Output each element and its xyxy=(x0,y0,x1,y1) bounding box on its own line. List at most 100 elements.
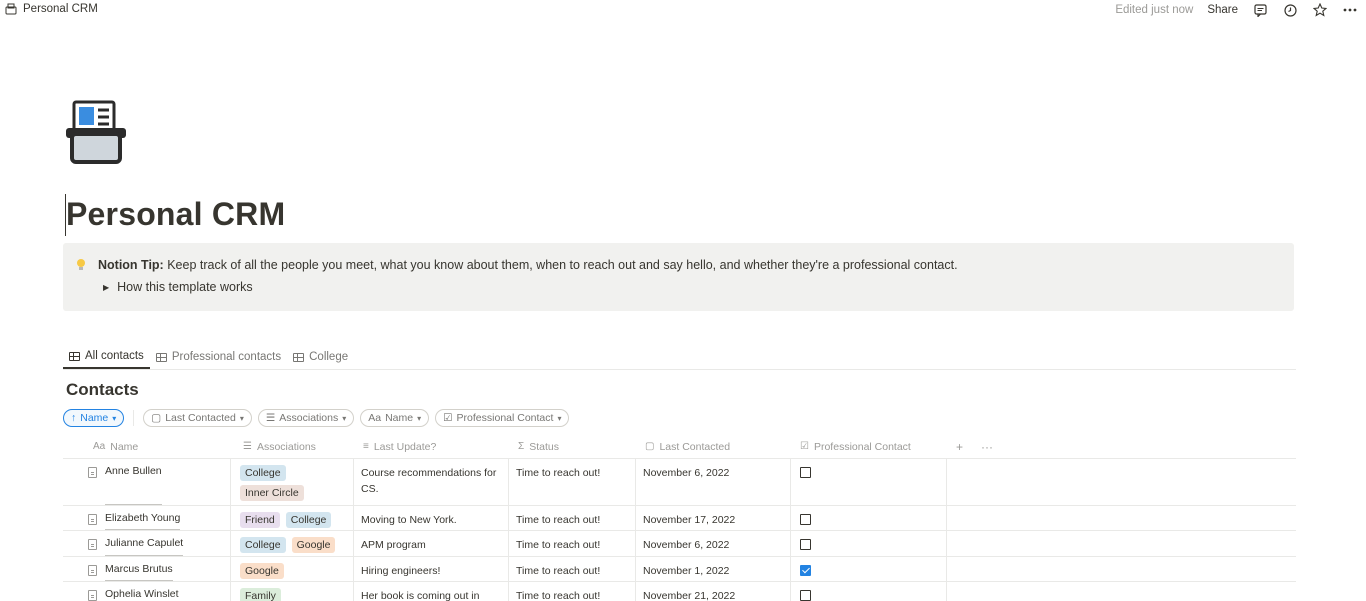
tag: Family xyxy=(240,588,281,601)
page-icon xyxy=(88,539,97,550)
professional-checkbox[interactable] xyxy=(800,467,811,478)
professional-cell[interactable] xyxy=(791,506,947,530)
more-icon[interactable] xyxy=(1342,2,1358,18)
associations-cell[interactable]: College Google xyxy=(231,531,354,556)
professional-checkbox[interactable] xyxy=(800,590,811,601)
arrow-up-icon: ↑ xyxy=(71,412,77,424)
breadcrumb-label: Personal CRM xyxy=(23,3,98,15)
edited-status: Edited just now xyxy=(1115,4,1194,16)
last-update-cell[interactable]: Her book is coming out in xyxy=(354,582,509,601)
contact-name[interactable]: Elizabeth Young xyxy=(105,512,181,530)
database-title[interactable]: Contacts xyxy=(66,380,139,400)
table-row[interactable]: Elizabeth Young Friend College Moving to … xyxy=(63,506,1296,531)
tab-all-contacts[interactable]: All contacts xyxy=(63,345,150,369)
sort-chip[interactable]: ↑ Name ▾ xyxy=(63,409,125,427)
column-label: Last Update? xyxy=(373,440,437,453)
page-icon[interactable] xyxy=(64,100,128,166)
share-button[interactable]: Share xyxy=(1207,4,1238,16)
contact-name[interactable]: Anne Bullen xyxy=(105,465,162,505)
last-contacted-cell[interactable]: November 6, 2022 xyxy=(636,459,791,505)
last-update-cell[interactable]: Course recommendations for CS. xyxy=(354,459,509,505)
last-update-cell[interactable]: Moving to New York. xyxy=(354,506,509,530)
page-icon xyxy=(88,514,97,525)
filter-label: Associations xyxy=(279,412,339,424)
professional-cell[interactable] xyxy=(791,557,947,581)
last-update-cell[interactable]: APM program xyxy=(354,531,509,556)
last-contacted-cell[interactable]: November 1, 2022 xyxy=(636,557,791,581)
add-property-icon[interactable]: + xyxy=(956,440,963,454)
filter-professional-contact[interactable]: ☑ Professional Contact ▾ xyxy=(435,409,570,427)
empty-cell xyxy=(947,459,1296,505)
status-cell: Time to reach out! xyxy=(509,459,636,505)
tab-college[interactable]: College xyxy=(287,345,354,369)
professional-checkbox[interactable] xyxy=(800,539,811,550)
status-cell: Time to reach out! xyxy=(509,582,636,601)
column-last-update[interactable]: ≡ Last Update? xyxy=(354,435,509,458)
page-title[interactable]: Personal CRM xyxy=(66,196,285,233)
comment-icon[interactable] xyxy=(1252,2,1268,18)
professional-cell[interactable] xyxy=(791,459,947,505)
professional-checkbox-checked[interactable] xyxy=(800,565,811,576)
filter-associations[interactable]: ☰ Associations ▾ xyxy=(257,409,355,427)
table-row[interactable]: Julianne Capulet College Google APM progr… xyxy=(63,531,1296,557)
chevron-down-icon: ▾ xyxy=(417,413,422,423)
name-cell[interactable]: Ophelia Winslet xyxy=(63,582,231,601)
tab-professional-contacts[interactable]: Professional contacts xyxy=(150,345,287,369)
sort-label: Name xyxy=(80,412,109,424)
associations-cell[interactable]: Friend College xyxy=(231,506,354,530)
last-contacted-cell[interactable]: November 17, 2022 xyxy=(636,506,791,530)
calendar-icon: ▢ xyxy=(645,441,655,452)
name-cell[interactable]: Anne Bullen xyxy=(63,459,231,505)
table-row[interactable]: Anne Bullen College Inner Circle Course r… xyxy=(63,459,1296,506)
filter-last-contacted[interactable]: ▢ Last Contacted ▾ xyxy=(143,409,252,427)
tag: College xyxy=(240,465,286,481)
associations-cell[interactable]: Google xyxy=(231,557,354,581)
column-professional-contact[interactable]: ☑ Professional Contact xyxy=(791,435,947,458)
list-icon: ☰ xyxy=(265,412,276,424)
toggle-label: How this template works xyxy=(117,280,253,294)
empty-cell xyxy=(947,506,1296,530)
name-cell[interactable]: Marcus Brutus xyxy=(63,557,231,581)
column-last-contacted[interactable]: ▢ Last Contacted xyxy=(636,435,791,458)
contact-name[interactable]: Ophelia Winslet xyxy=(105,588,179,601)
status-cell: Time to reach out! xyxy=(509,506,636,530)
professional-cell[interactable] xyxy=(791,582,947,601)
tag: College xyxy=(285,512,332,528)
last-contacted-cell[interactable]: November 6, 2022 xyxy=(636,531,791,556)
clock-icon[interactable] xyxy=(1282,2,1298,18)
more-icon[interactable]: ··· xyxy=(981,440,993,454)
column-label: Name xyxy=(110,440,139,453)
tag: Google xyxy=(291,537,336,553)
chevron-down-icon: ▾ xyxy=(557,413,562,423)
checkbox-icon: ☑ xyxy=(800,441,809,452)
column-label: Status xyxy=(529,440,559,453)
associations-cell[interactable]: Family xyxy=(231,582,354,601)
card-index-icon xyxy=(5,3,17,15)
column-label: Professional Contact xyxy=(813,440,911,453)
last-update-cell[interactable]: Hiring engineers! xyxy=(354,557,509,581)
toggle-how-template-works[interactable]: ▶ How this template works xyxy=(103,280,253,294)
table-row[interactable]: Ophelia Winslet Family Her book is comin… xyxy=(63,582,1296,601)
star-icon[interactable] xyxy=(1312,2,1328,18)
contact-name[interactable]: Marcus Brutus xyxy=(105,563,173,581)
professional-checkbox[interactable] xyxy=(800,514,811,525)
table-row[interactable]: Marcus Brutus Google Hiring engineers! T… xyxy=(63,557,1296,582)
tab-label: College xyxy=(309,351,349,363)
column-actions: + ··· xyxy=(947,435,993,458)
tab-label: All contacts xyxy=(85,350,144,362)
professional-cell[interactable] xyxy=(791,531,947,556)
breadcrumb[interactable]: Personal CRM xyxy=(5,3,98,15)
tag: College xyxy=(240,537,286,553)
toggle-arrow-icon[interactable]: ▶ xyxy=(103,283,109,292)
filter-name[interactable]: Aa Name ▾ xyxy=(360,409,430,427)
empty-cell xyxy=(947,557,1296,581)
column-name[interactable]: Aa Name xyxy=(63,435,231,458)
contact-name[interactable]: Julianne Capulet xyxy=(105,537,184,556)
column-associations[interactable]: ☰ Associations xyxy=(231,435,354,458)
column-status[interactable]: Σ Status xyxy=(509,435,636,458)
name-cell[interactable]: Elizabeth Young xyxy=(63,506,231,530)
last-contacted-cell[interactable]: November 21, 2022 xyxy=(636,582,791,601)
callout-label: Notion Tip: xyxy=(98,258,164,272)
name-cell[interactable]: Julianne Capulet xyxy=(63,531,231,556)
associations-cell[interactable]: College Inner Circle xyxy=(231,459,354,505)
